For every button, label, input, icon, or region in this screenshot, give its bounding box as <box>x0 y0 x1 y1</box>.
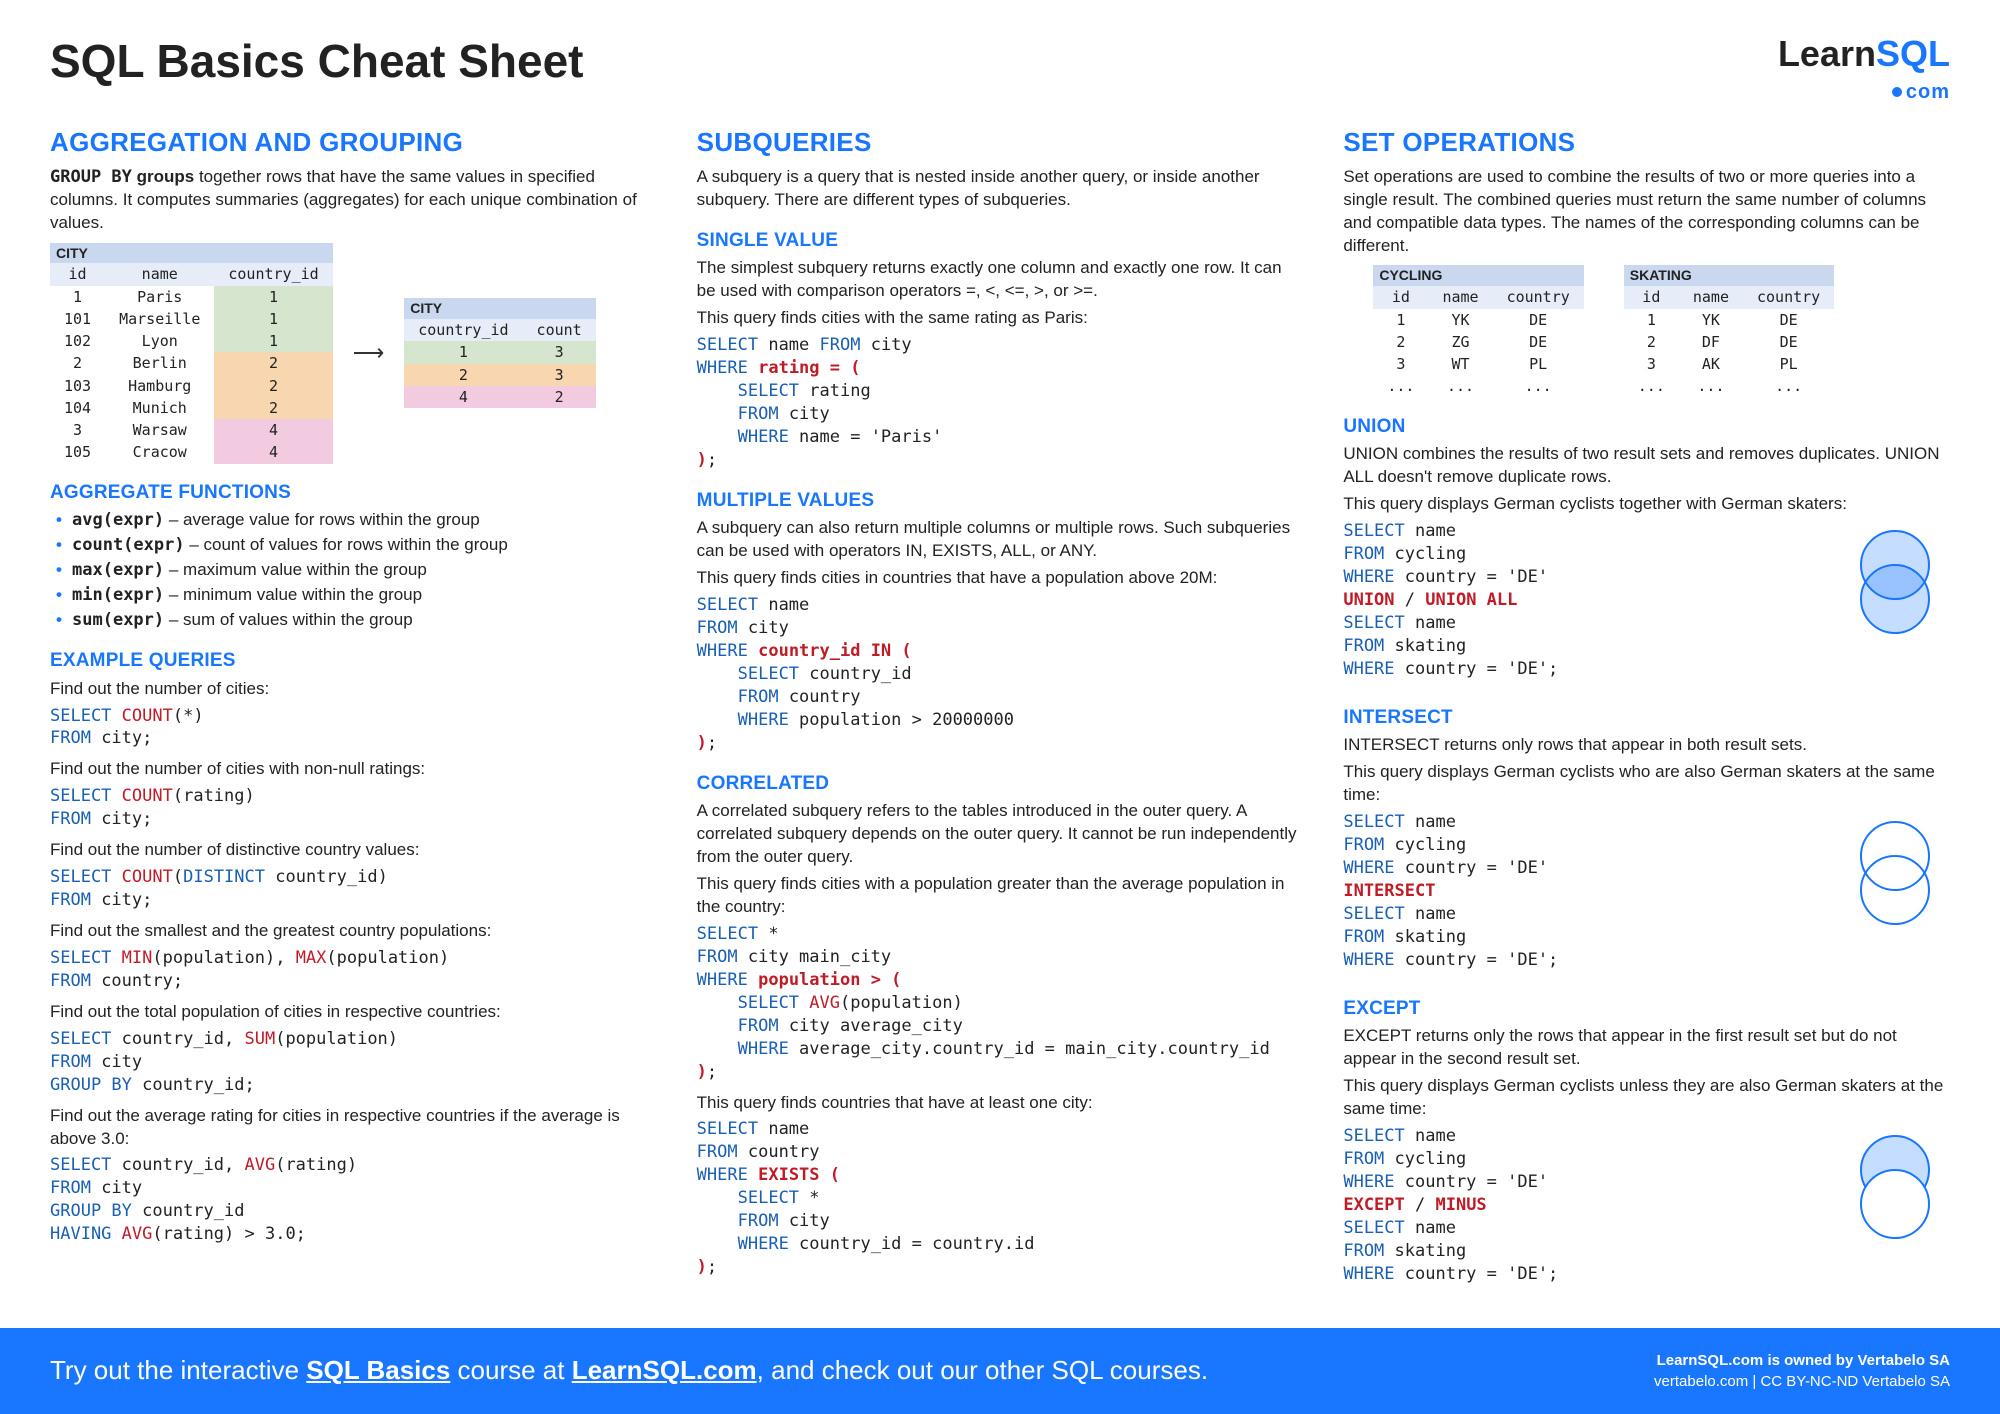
code-block: SELECT country_id, SUM(population)FROM c… <box>50 1028 657 1097</box>
table-agg: CITY country_idcount132342 <box>404 298 595 408</box>
intersect-text: INTERSECT returns only rows that appear … <box>1343 734 1950 757</box>
code-block: SELECT MIN(population), MAX(population)F… <box>50 947 657 993</box>
table-city: CITY idnamecountry_id1Paris1101Marseille… <box>50 243 333 464</box>
query-desc: Find out the average rating for cities i… <box>50 1105 657 1151</box>
query-desc: This query displays German cyclists toge… <box>1343 493 1950 516</box>
venn-except-icon <box>1840 1135 1950 1225</box>
query-desc: This query finds cities in countries tha… <box>697 567 1304 590</box>
code-block: SELECT COUNT(rating)FROM city; <box>50 785 657 831</box>
query-desc: This query finds countries that have at … <box>697 1092 1304 1115</box>
arrow-icon: ⟶ <box>353 338 385 368</box>
code-block: SELECT COUNT(DISTINCT country_id)FROM ci… <box>50 866 657 912</box>
aggregation-intro: GROUP BY groups together rows that have … <box>50 166 657 235</box>
footer-left: Try out the interactive SQL Basics cours… <box>50 1353 1208 1388</box>
aggregate-functions-heading: AGGREGATE FUNCTIONS <box>50 480 657 506</box>
footer: Try out the interactive SQL Basics cours… <box>0 1328 2000 1414</box>
except-text: EXCEPT returns only the rows that appear… <box>1343 1025 1950 1071</box>
table-skating: SKATING idnamecountry1YKDE2DFDE3AKPL....… <box>1624 265 1834 397</box>
query-desc: Find out the total population of cities … <box>50 1001 657 1024</box>
union-heading: UNION <box>1343 414 1950 440</box>
multiple-values-heading: MULTIPLE VALUES <box>697 488 1304 514</box>
union-text: UNION combines the results of two result… <box>1343 443 1950 489</box>
code-block: SELECT *FROM city main_cityWHERE populat… <box>697 923 1304 1084</box>
correlated-heading: CORRELATED <box>697 771 1304 797</box>
setops-tables: CYCLING idnamecountry1YKDE2ZGDE3WTPL....… <box>1373 265 1950 397</box>
venn-union-icon <box>1840 530 1950 620</box>
table-cycling: CYCLING idnamecountry1YKDE2ZGDE3WTPL....… <box>1373 265 1583 397</box>
query-desc: This query displays German cyclists unle… <box>1343 1075 1950 1121</box>
correlated-text: A correlated subquery refers to the tabl… <box>697 800 1304 869</box>
intersect-heading: INTERSECT <box>1343 705 1950 731</box>
query-desc: This query finds cities with a populatio… <box>697 873 1304 919</box>
set-operations-heading: SET OPERATIONS <box>1343 125 1950 160</box>
footer-link[interactable]: SQL Basics <box>306 1355 450 1385</box>
logo: LearnSQL com <box>1778 30 1950 106</box>
code-block: SELECT nameFROM cityWHERE country_id IN … <box>697 594 1304 755</box>
dot-icon <box>1892 87 1902 97</box>
code-block: SELECT name FROM cityWHERE rating = ( SE… <box>697 334 1304 472</box>
except-heading: EXCEPT <box>1343 996 1950 1022</box>
venn-intersect-icon <box>1840 821 1950 911</box>
page-title: SQL Basics Cheat Sheet <box>50 30 583 92</box>
single-value-heading: SINGLE VALUE <box>697 228 1304 254</box>
logo-sql: SQL <box>1876 33 1950 74</box>
example-queries-heading: EXAMPLE QUERIES <box>50 648 657 674</box>
logo-com: com <box>1906 81 1950 103</box>
set-operations-intro: Set operations are used to combine the r… <box>1343 166 1950 258</box>
aggregate-functions-list: avg(expr) – average value for rows withi… <box>50 509 657 632</box>
query-desc: This query finds cities with the same ra… <box>697 307 1304 330</box>
tables-row: CITY idnamecountry_id1Paris1101Marseille… <box>50 243 657 464</box>
subqueries-heading: SUBQUERIES <box>697 125 1304 160</box>
single-value-text: The simplest subquery returns exactly on… <box>697 257 1304 303</box>
aggregation-heading: AGGREGATION AND GROUPING <box>50 125 657 160</box>
subqueries-intro: A subquery is a query that is nested ins… <box>697 166 1304 212</box>
query-desc: Find out the number of cities: <box>50 678 657 701</box>
query-desc: Find out the number of cities with non-n… <box>50 758 657 781</box>
multiple-values-text: A subquery can also return multiple colu… <box>697 517 1304 563</box>
code-block: SELECT country_id, AVG(rating)FROM cityG… <box>50 1154 657 1246</box>
query-desc: Find out the number of distinctive count… <box>50 839 657 862</box>
footer-link[interactable]: LearnSQL.com <box>572 1355 757 1385</box>
footer-right: LearnSQL.com is owned by Vertabelo SA ve… <box>1654 1350 1950 1392</box>
code-block: SELECT COUNT(*)FROM city; <box>50 705 657 751</box>
query-desc: This query displays German cyclists who … <box>1343 761 1950 807</box>
code-block: SELECT nameFROM countryWHERE EXISTS ( SE… <box>697 1118 1304 1279</box>
logo-learn: Learn <box>1778 33 1876 74</box>
query-desc: Find out the smallest and the greatest c… <box>50 920 657 943</box>
